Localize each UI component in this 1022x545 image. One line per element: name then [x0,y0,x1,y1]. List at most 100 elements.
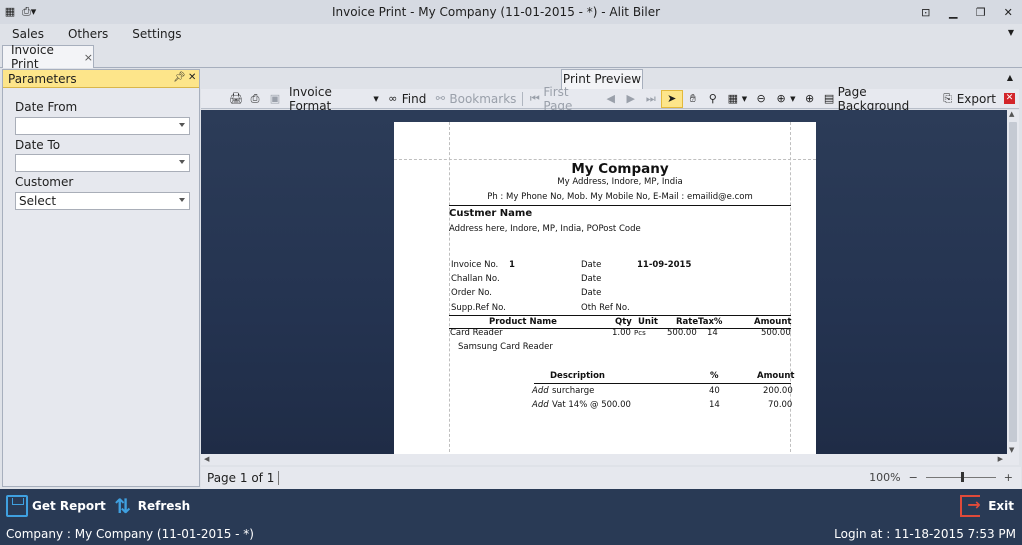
horizontal-scrollbar[interactable]: ◀ ▶ [201,454,1019,465]
cursor-icon: ➤ [667,91,677,105]
scroll-thumb[interactable] [1009,122,1017,442]
charges-col-description: Description [550,371,605,381]
previous-icon: ◀ [606,91,615,105]
order-date-label: Date [581,288,602,298]
zoom-slider[interactable] [925,472,996,482]
parameters-panel: Parameters 📌︎ ✕ Date From Date To Custom… [2,69,200,487]
floppy-icon [6,495,28,517]
first-page-icon: ⏮ [529,91,540,105]
bookmarks-button[interactable]: ⚯ Bookmarks [430,90,520,108]
bookmarks-label: Bookmarks [449,91,517,106]
col-qty: Qty [615,317,632,327]
chevron-down-icon[interactable] [179,123,185,127]
magnifier-icon: ⚲ [708,91,717,105]
next-page-button[interactable]: ▶ [621,90,641,108]
charge-label: surcharge [552,386,595,396]
scroll-left-icon[interactable]: ◀ [204,455,209,463]
zoom-in-button[interactable]: ⊕ [800,90,820,108]
ribbon-toggle-icon[interactable]: ▼ [1008,28,1014,37]
zoom-control: 100% − + [869,471,1013,484]
col-rate: Rate [676,317,699,327]
get-report-button[interactable]: Get Report [0,495,106,517]
tab-invoice-print[interactable]: Invoice Print × [2,43,94,71]
invoice-date: 11-09-2015 [637,260,692,270]
menu-settings[interactable]: Settings [120,27,193,41]
zoom-out-button[interactable]: ⊖ [751,90,771,108]
close-icon[interactable]: ✕ [996,2,1020,22]
charge-amount: 70.00 [768,400,793,410]
collapse-icon[interactable]: ▲ [1007,73,1013,82]
zoom-button[interactable]: ⊕ ▼ [771,90,799,108]
tab-label: Invoice Print [11,43,54,71]
maximize-icon[interactable]: ❐ [969,2,993,22]
open-button[interactable]: 🖨︎ [225,90,245,108]
hand-tool-button[interactable]: ✋︎ [683,90,703,108]
restore-icon[interactable]: ⊡ [914,2,938,22]
app-icons: ▦ ⎙▾ [0,6,60,18]
zoom-minus-icon[interactable]: − [909,471,918,484]
invoice-format-button[interactable]: Invoice Format ▼ [285,85,383,113]
preview-toolbar: 🖨︎ ⎙ ▣ Invoice Format ▼ ∞ Find ⚯ Bookmar… [201,85,1019,113]
first-page-button[interactable]: ⏮ First Page [525,85,600,113]
pointer-tool-button[interactable]: ➤ [660,89,683,108]
find-button[interactable]: ∞ Find [383,90,431,108]
vertical-scrollbar[interactable]: ▲ ▼ [1007,110,1019,454]
zoom-icon: ⊕ [776,91,786,105]
date-from-input[interactable] [15,117,190,135]
menu-others[interactable]: Others [56,27,120,41]
charge-percent: 40 [709,386,720,396]
exit-button[interactable]: Exit [954,495,1022,517]
chevron-down-icon[interactable] [179,160,185,164]
customer-select[interactable]: Select [15,192,190,210]
charge-add: Add [532,400,549,410]
next-icon: ▶ [626,91,635,105]
chevron-down-icon[interactable] [179,198,185,202]
export-button[interactable]: ⎘ Export [938,90,1000,108]
document-tab-bar: Invoice Print × [0,43,1022,71]
page-background-button[interactable]: ▤ Page Background [820,85,938,113]
col-tax: Tax% [698,317,723,327]
pin-icon[interactable]: 📌︎ [173,72,186,83]
menu-sales[interactable]: Sales [0,27,56,41]
invoice-no: 1 [509,260,515,270]
previous-page-button[interactable]: ◀ [601,90,621,108]
menu-bar: Sales Others Settings ▼ [0,24,1022,44]
charge-add: Add [532,386,549,396]
zoom-plus-icon[interactable]: + [1004,471,1013,484]
close-preview-button[interactable]: ✕ [1000,90,1019,108]
magnifier-button[interactable]: ⚲ [703,90,723,108]
refresh-button[interactable]: ⇅ Refresh [106,495,190,517]
challan-date-label: Date [581,274,602,284]
charges-col-amount: Amount [757,371,795,381]
multi-page-button[interactable]: ▦ ▼ [723,90,751,108]
minimize-icon[interactable]: ▁ [941,2,965,22]
multi-page-icon: ▦ [727,91,738,105]
invoice-no-label: Invoice No. [451,260,499,270]
panel-close-icon[interactable]: ✕ [188,72,196,83]
company-address: My Address, Indore, MP, India [557,177,683,187]
scroll-right-icon[interactable]: ▶ [998,455,1003,463]
save-button[interactable]: ▣ [265,90,285,108]
company-name: My Company [571,161,669,177]
preview-status-bar: Page 1 of 1 100% − + [201,467,1021,489]
save-icon: ▣ [269,91,281,105]
quick-access-icon[interactable]: ⎙▾ [22,6,36,18]
scroll-down-icon[interactable]: ▼ [1009,446,1014,454]
exit-label: Exit [988,499,1014,513]
refresh-icon: ⇅ [114,494,132,518]
app-grid-icon[interactable]: ▦ [4,6,16,18]
last-page-icon: ⏭ [645,91,656,105]
date-to-input[interactable] [15,154,190,172]
col-unit: Unit [638,317,658,327]
zoom-in-icon: ⊕ [804,91,815,105]
zoom-out-icon: ⊖ [756,91,766,105]
scroll-up-icon[interactable]: ▲ [1009,110,1014,118]
zoom-slider-knob[interactable] [960,472,964,482]
last-page-button[interactable]: ⏭ [641,90,661,108]
export-label: Export [956,91,996,106]
print-button[interactable]: ⎙ [245,90,265,108]
charge-percent: 14 [709,400,720,410]
preview-canvas[interactable]: My Company My Address, Indore, MP, India… [201,110,1007,454]
order-label: Order No. [451,288,492,298]
tab-close-icon[interactable]: × [84,51,93,64]
